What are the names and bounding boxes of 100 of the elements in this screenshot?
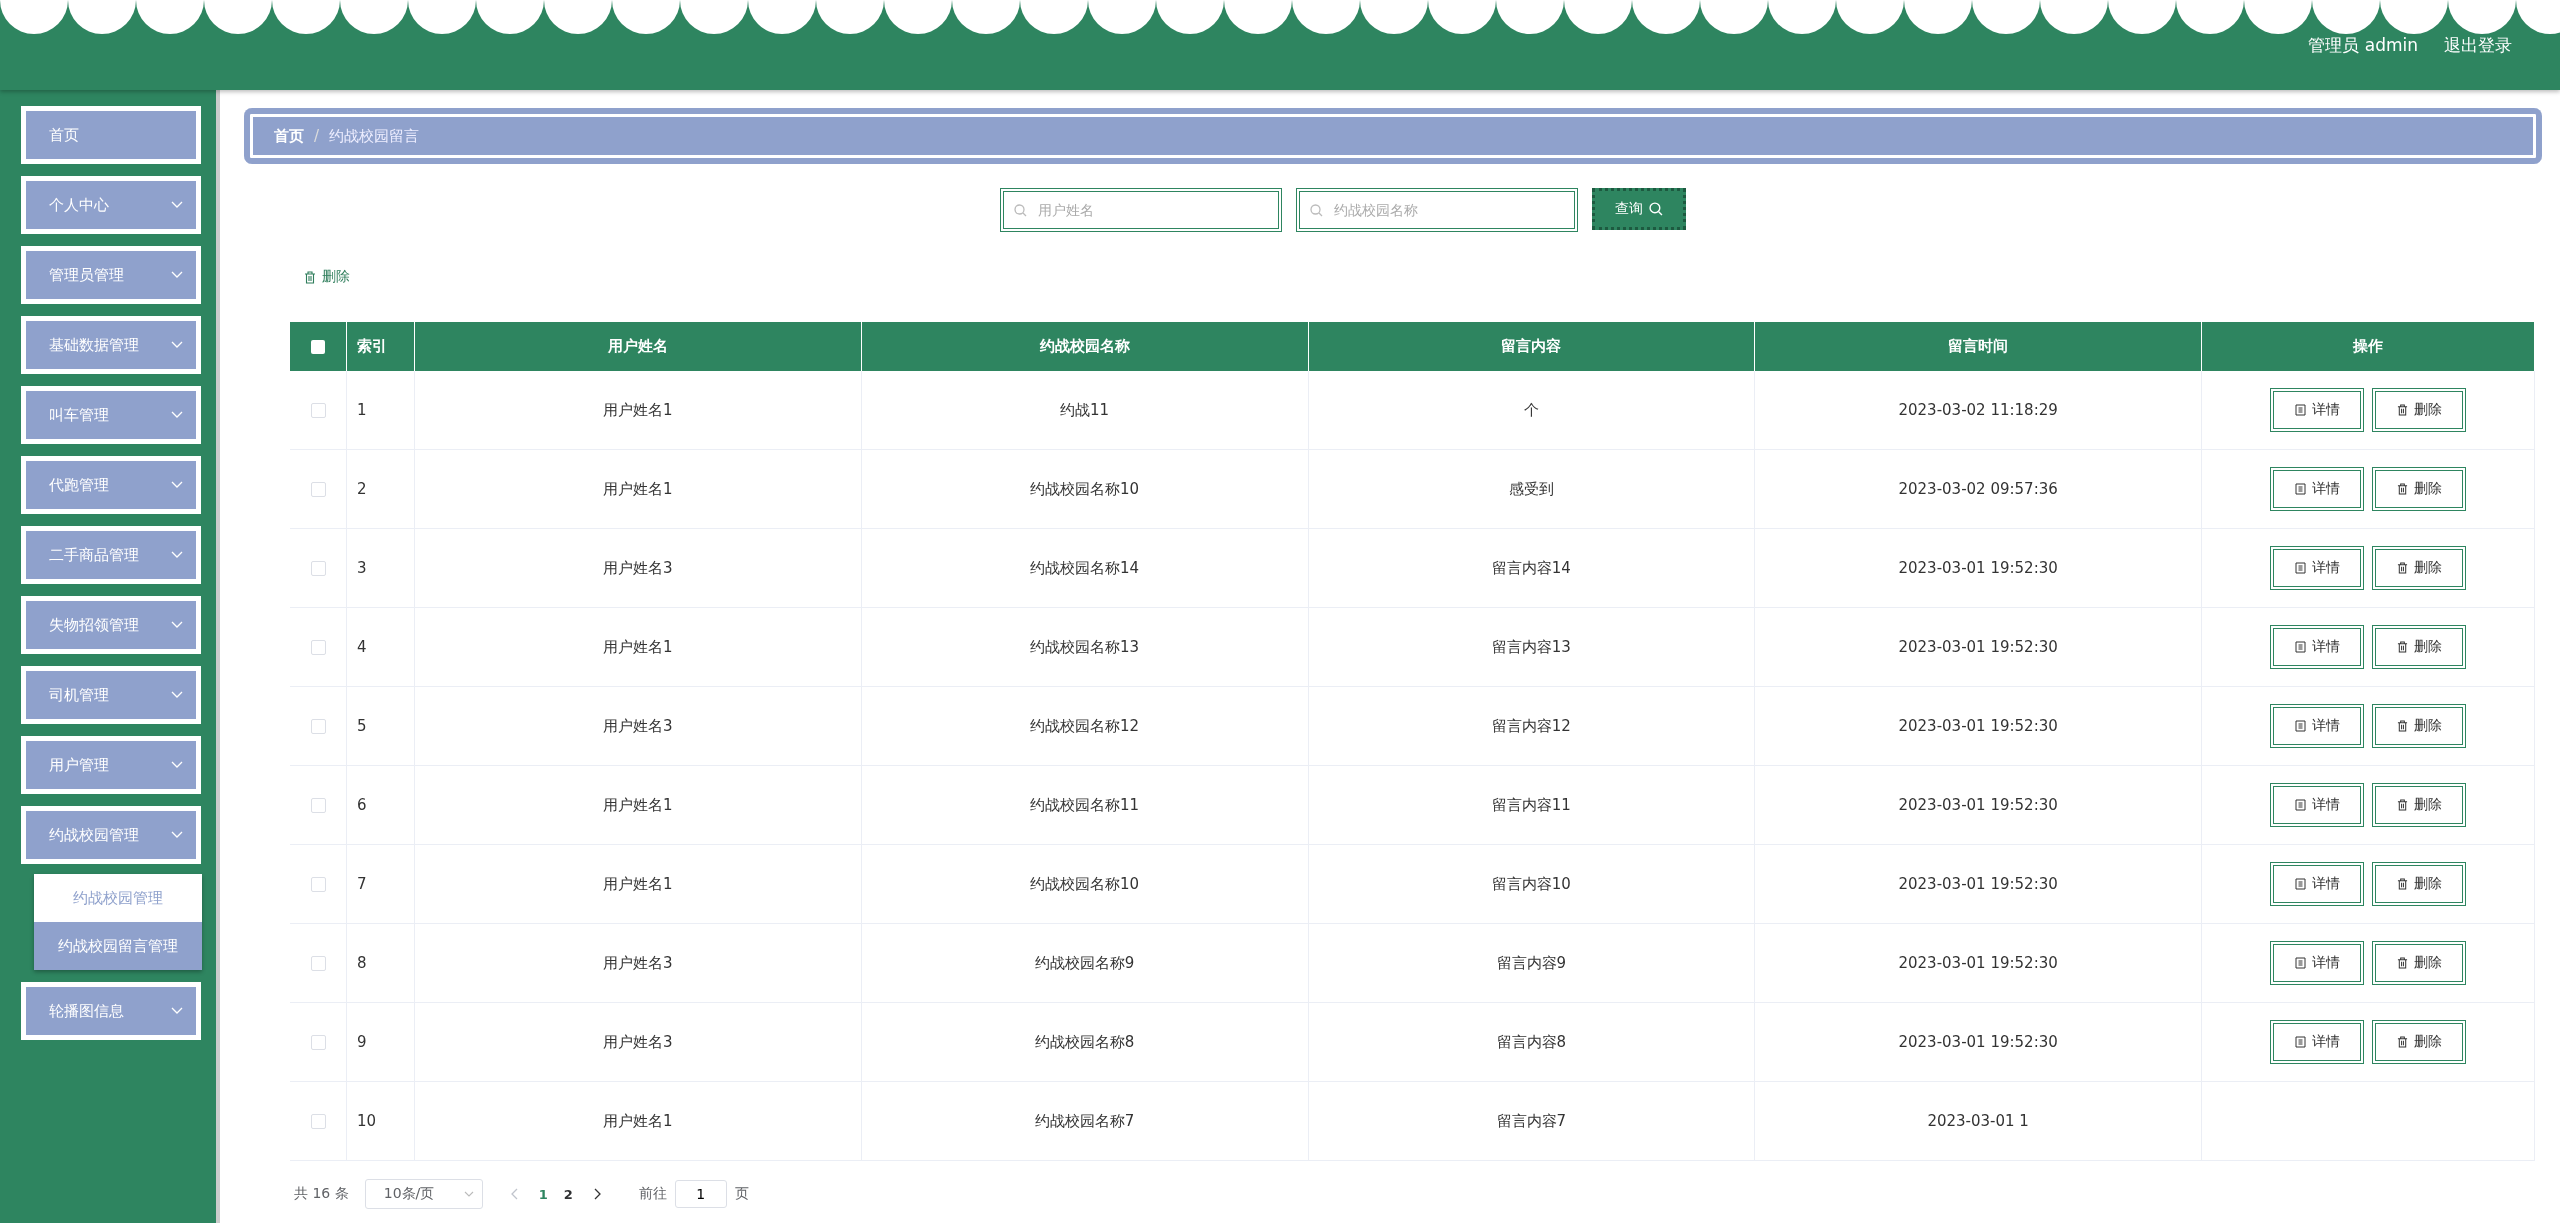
table-cell: 2023-03-01 19:52:30 <box>1754 686 2202 766</box>
table-cell: 留言内容12 <box>1308 686 1755 766</box>
document-icon <box>2294 1036 2306 1048</box>
delete-button[interactable]: 删除 <box>2372 625 2466 669</box>
user-name: 管理员 admin <box>2308 33 2418 57</box>
table-cell: 用户姓名3 <box>414 1002 862 1082</box>
previous-page-icon[interactable] <box>510 1188 519 1200</box>
trash-icon <box>2396 799 2408 811</box>
table-cell: 留言内容14 <box>1308 528 1755 608</box>
table-cell: 约战校园名称13 <box>861 607 1308 687</box>
logout-link[interactable]: 退出登录 <box>2444 33 2512 57</box>
row-checkbox[interactable] <box>310 877 326 892</box>
goto-page-field[interactable]: 1 <box>674 1180 727 1208</box>
select-all-checkbox[interactable] <box>311 340 325 354</box>
details-button[interactable]: 详情 <box>2270 388 2364 432</box>
table-cell: 2023-03-01 1 <box>1754 1081 2202 1161</box>
chevron-icon <box>171 1007 183 1015</box>
page-number[interactable]: 1 <box>538 1186 548 1202</box>
page-label: 页 <box>734 1185 749 1203</box>
document-icon <box>2294 641 2306 653</box>
table-cell: 留言内容11 <box>1308 765 1755 845</box>
delete-button[interactable]: 删除 <box>2372 941 2466 985</box>
chevron-icon <box>171 411 183 419</box>
trash-icon <box>2396 641 2408 653</box>
delete-button[interactable]: 删除 <box>2372 546 2466 590</box>
chevron-icon <box>171 621 183 629</box>
row-checkbox[interactable] <box>310 798 326 813</box>
details-button[interactable]: 详情 <box>2270 783 2364 827</box>
table-cell: 2023-03-02 11:18:29 <box>1754 371 2202 450</box>
delete-button[interactable]: 删除 <box>304 268 350 286</box>
table-cell: 3 <box>346 528 415 608</box>
delete-button[interactable]: 删除 <box>2372 388 2466 432</box>
search-icon <box>1310 204 1323 217</box>
row-checkbox[interactable] <box>310 482 326 497</box>
table-cell: 2023-03-01 19:52:30 <box>1754 765 2202 845</box>
table-cell: 用户姓名3 <box>414 686 862 766</box>
table-cell: 用户姓名1 <box>414 371 862 450</box>
details-button[interactable]: 详情 <box>2270 941 2364 985</box>
table-cell: 用户姓名1 <box>414 607 862 687</box>
chevron-icon <box>171 761 183 769</box>
next-page-icon[interactable] <box>592 1188 601 1200</box>
table-cell: 2023-03-01 19:52:30 <box>1754 1002 2202 1082</box>
row-checkbox[interactable] <box>310 1114 326 1129</box>
total-count: 共 16 条 <box>294 1185 349 1203</box>
delete-button[interactable]: 删除 <box>2372 783 2466 827</box>
search-field[interactable]: 用户姓名 <box>1000 188 1282 232</box>
table-cell: 用户姓名1 <box>414 449 862 529</box>
search-button[interactable]: 查询 <box>1592 188 1686 230</box>
details-button[interactable]: 详情 <box>2270 546 2364 590</box>
row-checkbox[interactable] <box>310 640 326 655</box>
goto-label: 前往 <box>638 1185 667 1203</box>
table-cell: 用户姓名1 <box>414 844 862 924</box>
trash-icon <box>2396 483 2408 495</box>
table-cell: 留言内容9 <box>1308 923 1755 1003</box>
document-icon <box>2294 404 2306 416</box>
row-checkbox[interactable] <box>310 403 326 418</box>
table-cell: 约战校园名称14 <box>861 528 1308 608</box>
document-icon <box>2294 483 2306 495</box>
column-header: 用户姓名 <box>414 322 862 371</box>
details-button[interactable]: 详情 <box>2270 862 2364 906</box>
table-cell: 5 <box>346 686 415 766</box>
page-number[interactable]: 2 <box>563 1186 573 1202</box>
table-cell: 用户姓名1 <box>414 765 862 845</box>
chevron-icon <box>171 271 183 279</box>
delete-button[interactable]: 删除 <box>2372 862 2466 906</box>
table-cell: 约战校园名称9 <box>861 923 1308 1003</box>
row-checkbox[interactable] <box>310 1035 326 1050</box>
chevron-icon <box>171 201 183 209</box>
table-cell: 约战校园名称7 <box>861 1081 1308 1161</box>
trash-icon <box>2396 878 2408 890</box>
chevron-icon <box>171 831 183 839</box>
trash-icon <box>2396 1036 2408 1048</box>
details-button[interactable]: 详情 <box>2270 704 2364 748</box>
details-button[interactable]: 详情 <box>2270 625 2364 669</box>
table-cell: 7 <box>346 844 415 924</box>
table-cell: 约战11 <box>861 371 1308 450</box>
details-button[interactable]: 详情 <box>2270 1020 2364 1064</box>
table-cell: 约战校园名称8 <box>861 1002 1308 1082</box>
row-checkbox[interactable] <box>310 956 326 971</box>
chevron-icon <box>171 551 183 559</box>
details-button[interactable]: 详情 <box>2270 467 2364 511</box>
trash-icon <box>304 270 316 284</box>
page-size-select[interactable]: 10条/页 <box>364 1179 483 1209</box>
table-cell: 留言内容10 <box>1308 844 1755 924</box>
column-header: 索引 <box>346 322 415 371</box>
row-checkbox[interactable] <box>310 719 326 734</box>
table-cell: 2023-03-01 19:52:30 <box>1754 607 2202 687</box>
trash-icon <box>2396 720 2408 732</box>
column-header: 操作 <box>2201 322 2535 371</box>
table-cell: 1 <box>346 371 415 450</box>
breadcrumb-separator: / <box>314 127 320 145</box>
search-icon <box>1649 202 1663 216</box>
table-cell: 4 <box>346 607 415 687</box>
search-field[interactable]: 约战校园名称 <box>1296 188 1578 232</box>
delete-button[interactable]: 删除 <box>2372 467 2466 511</box>
row-checkbox[interactable] <box>310 561 326 576</box>
table-cell: 6 <box>346 765 415 845</box>
trash-icon <box>2396 404 2408 416</box>
delete-button[interactable]: 删除 <box>2372 704 2466 748</box>
delete-button[interactable]: 删除 <box>2372 1020 2466 1064</box>
